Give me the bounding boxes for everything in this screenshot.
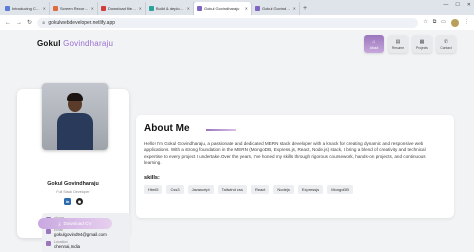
brand-last-name: Govindharaju	[63, 39, 114, 48]
maximize-icon[interactable]: ☐	[455, 2, 459, 8]
nav-label: Contact	[440, 45, 452, 50]
tab-title: Screen Recording on Lapt	[60, 6, 89, 11]
tab-title: Introducing ChatGPT | Op	[12, 6, 41, 11]
tab-favicon-icon	[255, 6, 260, 11]
close-icon[interactable]: ✕	[293, 6, 296, 11]
nav-projects-button[interactable]: ▦ Projects	[412, 35, 432, 53]
profile-photo	[42, 83, 108, 150]
tab-title: Build & deploy | Site overv	[156, 6, 185, 11]
minimize-icon[interactable]: —	[443, 2, 448, 8]
tab-favicon-icon	[5, 6, 10, 11]
top-nav: ⌂ About ▤ Resume ▦ Projects ✆ Contact	[364, 35, 456, 53]
skill-badge: Nodejs	[273, 185, 294, 194]
location-icon	[46, 241, 51, 246]
skill-badge: Javascript	[187, 185, 214, 194]
nav-label: About	[369, 45, 379, 50]
new-tab-icon[interactable]: +	[303, 2, 307, 15]
back-icon[interactable]: ←	[5, 20, 11, 26]
home-icon: ⌂	[372, 38, 376, 45]
nav-label: Projects	[416, 45, 428, 50]
star-icon[interactable]: ☆	[423, 19, 427, 27]
contact-icon: ✆	[443, 38, 449, 45]
menu-icon[interactable]: ⋮	[464, 19, 469, 27]
toolbar-icons: ☆ ⧉ ▭ ⋮	[423, 18, 469, 27]
contact-value: gokulgovind94@gmail.com	[54, 232, 107, 237]
download-cv-button[interactable]: ⤓ Download CV	[38, 218, 112, 229]
about-section: About Me Hello! I'm Gokul Govindharaju, …	[136, 115, 454, 218]
skill-badge: MongoDB	[327, 185, 353, 194]
skills-list: Html5 Css3 Javascript Tailwind css React…	[144, 185, 353, 194]
skill-badge: Css3	[166, 185, 184, 194]
extensions-icon[interactable]: ⧉	[433, 19, 437, 27]
about-title: About Me	[144, 123, 190, 134]
contact-location: Location chennai,India	[46, 240, 126, 249]
tab-title: Gokul Govindharaju	[262, 6, 291, 11]
close-window-icon[interactable]: ✕	[467, 2, 471, 8]
profile-role: Full Stack Developer	[56, 190, 90, 194]
profile-name: Gokul Govindharaju	[47, 181, 99, 187]
resume-icon: ▤	[395, 38, 401, 45]
site-info-icon[interactable]: ⊜	[42, 20, 45, 25]
skill-badge: Expressjs	[297, 185, 324, 194]
email-icon	[46, 229, 51, 234]
url-field[interactable]: ⊜ gokulwebdeveloper.netlify.app	[37, 17, 419, 28]
tab-strip: Introducing ChatGPT | Op✕ Screen Recordi…	[0, 0, 474, 15]
projects-icon: ▦	[419, 38, 425, 45]
url-text: gokulwebdeveloper.netlify.app	[48, 19, 116, 26]
close-icon[interactable]: ✕	[91, 6, 94, 11]
tab-title: Download file | iLoveIMG	[108, 6, 137, 11]
profile-avatar-icon[interactable]	[451, 18, 459, 27]
skill-badge: React	[250, 185, 270, 194]
contact-email: Email gokulgovind94@gmail.com	[46, 228, 126, 237]
about-text: Hello! I'm Gokul Govindharaju, a passion…	[144, 141, 426, 166]
reload-icon[interactable]: ↻	[27, 19, 32, 26]
site-brand[interactable]: Gokul Govindharaju	[37, 39, 113, 48]
nav-label: Resume	[391, 45, 405, 50]
close-icon[interactable]: ✕	[187, 6, 190, 11]
nav-contact-button[interactable]: ✆ Contact	[436, 35, 456, 53]
skills-title: skills:	[144, 175, 160, 181]
tab-favicon-icon	[101, 6, 106, 11]
browser-tab-active[interactable]: Gokul Govindharaju ✕	[194, 2, 252, 15]
tab-favicon-icon	[149, 6, 154, 11]
forward-icon[interactable]: →	[16, 20, 22, 26]
browser-tab[interactable]: Introducing ChatGPT | Op✕	[2, 2, 50, 15]
nav-about-button[interactable]: ⌂ About	[364, 35, 384, 53]
tab-favicon-icon	[53, 6, 58, 11]
tab-title: Gokul Govindharaju	[204, 6, 240, 11]
photo-body	[57, 113, 93, 150]
address-bar: ← → ↻ ⊜ gokulwebdeveloper.netlify.app ☆ …	[0, 15, 474, 30]
close-icon[interactable]: ✕	[139, 6, 142, 11]
photo-hair	[67, 93, 83, 101]
browser-chrome: Introducing ChatGPT | Op✕ Screen Recordi…	[0, 0, 474, 30]
linkedin-icon[interactable]: in	[64, 198, 71, 205]
contact-value: chennai,India	[54, 244, 81, 249]
nav-resume-button[interactable]: ▤ Resume	[388, 35, 408, 53]
social-links: in ◉	[64, 198, 83, 205]
close-icon[interactable]: ✕	[245, 6, 248, 11]
github-icon[interactable]: ◉	[76, 198, 83, 205]
tab-favicon-icon	[197, 6, 202, 11]
sidebar-icon[interactable]: ▭	[441, 19, 446, 27]
skill-badge: Html5	[144, 185, 163, 194]
close-icon[interactable]: ✕	[43, 6, 46, 11]
skill-badge: Tailwind css	[217, 185, 247, 194]
browser-tab[interactable]: Screen Recording on Lapt✕	[50, 2, 98, 15]
browser-tab[interactable]: Gokul Govindharaju✕	[252, 2, 300, 15]
download-cv-label: Download CV	[63, 221, 92, 226]
browser-tab[interactable]: Download file | iLoveIMG✕	[98, 2, 146, 15]
window-controls: — ☐ ✕	[443, 2, 471, 8]
browser-tab[interactable]: Build & deploy | Site overv✕	[146, 2, 194, 15]
title-underline	[206, 129, 236, 131]
download-icon: ⤓	[58, 221, 61, 226]
brand-first-name: Gokul	[37, 39, 61, 48]
